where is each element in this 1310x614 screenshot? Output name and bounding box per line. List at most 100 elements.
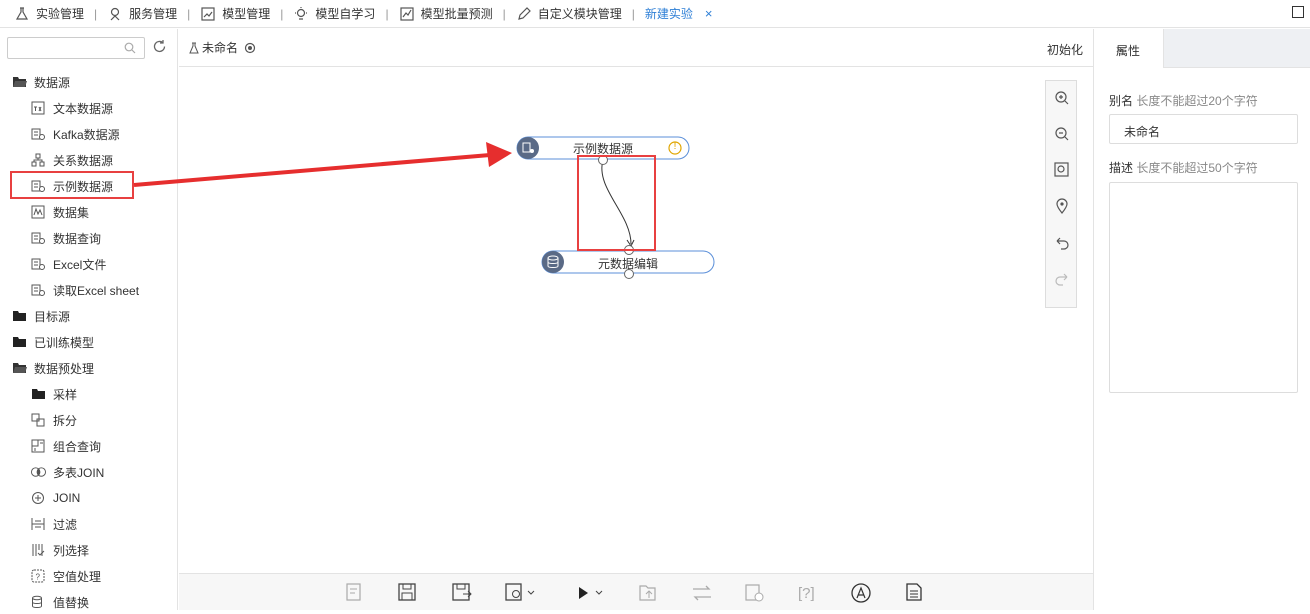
tree-label: JOIN [53,491,81,505]
tab-custom-module-management[interactable]: 自定义模块管理 | [516,0,645,28]
close-tab-icon[interactable]: × [705,6,713,21]
top-nav-bar: 实验管理 | 服务管理 | 模型管理 | 模型自学习 | 模型批量预测 | 自定义模块管理… [0,0,1310,28]
auto-icon[interactable] [851,583,871,603]
tree-item[interactable]: ? 空值处理 [0,563,177,589]
initialize-button[interactable]: 初始化 [1047,41,1083,58]
save-icon[interactable] [398,583,416,601]
redo-icon[interactable] [1055,273,1068,286]
tree-category[interactable]: 目标源 [0,303,177,329]
node-label: 元数据编辑 [597,257,658,271]
refresh-icon[interactable] [152,39,167,57]
tree-label: 已训练模型 [34,335,95,350]
settings-icon [244,42,256,53]
tree-label: 数据预处理 [34,361,95,376]
tree-label: 拆分 [53,413,78,428]
tree-label: 关系数据源 [53,153,114,168]
tree-item[interactable]: 过滤 [0,511,177,537]
tab-model-batch-predict[interactable]: 模型批量预测 | [399,0,516,28]
tree-item[interactable]: Kafka数据源 [0,121,177,147]
tree-label: 采样 [53,387,78,402]
tree-label: 数据源 [34,75,71,90]
search-icon [124,42,136,57]
tree-item[interactable]: Excel文件 [0,251,177,277]
service-icon [107,6,123,22]
filter-icon [31,517,46,531]
tree-item[interactable]: 关系数据源 [0,147,177,173]
plus-circle-icon [31,491,46,505]
properties-panel: » 属性 别名 长度不能超过20个字符 未命名 描述 长度不能超过50个字符 [1093,29,1310,610]
tree-item[interactable]: 多表JOIN [0,459,177,485]
schedule-icon[interactable] [745,584,764,602]
component-search-input[interactable] [7,37,145,59]
tab-properties[interactable]: » 属性 [1094,29,1164,68]
db-gear-icon [31,257,46,271]
alias-input[interactable]: 未命名 [1109,114,1298,144]
tab-model-management[interactable]: 模型管理 | [200,0,293,28]
canvas-header: 未命名 初始化 [179,29,1093,67]
folder-icon [12,309,27,323]
chart-icon [200,6,216,22]
save-as-icon[interactable] [452,583,472,601]
tab-service-management[interactable]: 服务管理 | [107,0,200,28]
experiment-name[interactable]: 未命名 [188,39,256,56]
tree-label: 空值处理 [53,569,102,584]
tree-item[interactable]: 采样 [0,381,177,407]
tree-item[interactable]: 组合查询 [0,433,177,459]
highlight-box-edge [577,155,656,251]
import-icon[interactable] [639,585,656,601]
tree-item[interactable]: 值替换 [0,589,177,610]
node-label: 示例数据源 [572,142,633,156]
zoom-out-icon[interactable] [1055,127,1069,141]
txt-file-icon [31,101,46,115]
component-sidebar: 数据源 文本数据源 Kafka数据源 关系数据源 示例数据源 数据集 数据查询 Excel文件… [0,29,178,610]
tree-item[interactable]: 数据集 [0,199,177,225]
tree-label: 列选择 [53,543,90,558]
dataset-icon [31,205,46,219]
tree-item[interactable]: 数据查询 [0,225,177,251]
tree-category[interactable]: 数据源 [0,69,177,95]
description-textarea[interactable] [1109,182,1298,393]
run-dropdown-icon[interactable] [579,587,603,599]
tab-experiment-management[interactable]: 实验管理 | [14,0,107,28]
db-gear-icon [31,127,46,141]
tab-model-self-learning[interactable]: 模型自学习 | [293,0,398,28]
tree-item[interactable]: 文本数据源 [0,95,177,121]
trend-icon [399,6,415,22]
help-icon[interactable]: [?] [798,585,815,602]
tree-item[interactable]: 拆分 [0,407,177,433]
flask-icon [14,6,30,22]
tree-label: 多表JOIN [53,465,105,480]
tree-category[interactable]: 已训练模型 [0,329,177,355]
svg-text:[?]: [?] [798,585,815,602]
bulb-icon [293,6,309,22]
relation-icon [31,153,46,167]
tree-label: 文本数据源 [53,101,114,116]
document-icon[interactable] [906,583,922,601]
tree-item[interactable]: JOIN [0,485,177,511]
params-icon[interactable] [346,583,361,601]
tab-new-experiment[interactable]: 新建实验 × [645,0,713,28]
tree-label: 过滤 [53,517,78,532]
highlight-box-sample-datasource [10,171,134,199]
tree-item[interactable]: 读取Excel sheet [0,277,177,303]
tree-label: 值替换 [53,595,90,610]
split-icon [31,413,46,427]
folder-icon [12,335,27,349]
edit-icon [516,6,532,22]
zoom-in-icon[interactable] [1055,91,1069,105]
undo-icon[interactable] [1056,237,1069,250]
workflow-canvas[interactable]: 示例数据源 ! 元数据编辑 [179,68,1093,573]
locate-icon[interactable] [1056,198,1068,214]
fit-view-icon[interactable] [1054,162,1069,177]
settings-dropdown-icon[interactable] [505,583,535,601]
swap-icon[interactable] [693,585,711,601]
folder-icon [31,387,46,401]
svg-text:?: ? [36,573,41,582]
folder-open-icon [12,361,27,375]
tree-label: 数据查询 [53,231,102,246]
db-gear-icon [31,283,46,297]
tree-item[interactable]: 列选择 [0,537,177,563]
description-label: 描述 长度不能超过50个字符 [1109,161,1258,175]
tree-category[interactable]: 数据预处理 [0,355,177,381]
maximize-icon[interactable] [1292,6,1304,18]
